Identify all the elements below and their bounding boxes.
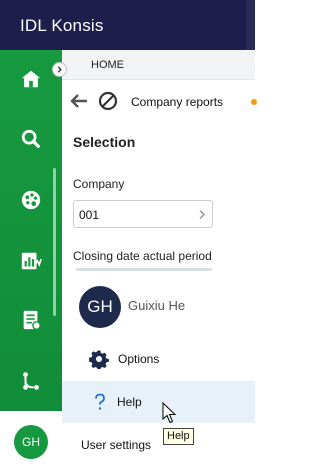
app-title: IDL Konsis <box>20 16 104 35</box>
back-arrow-icon[interactable] <box>70 93 88 109</box>
user-settings-label: User settings <box>81 438 152 452</box>
options-label: Options <box>118 352 160 366</box>
menu-item-help[interactable]: Help <box>62 381 255 423</box>
chevron-right-icon <box>199 209 206 220</box>
user-name: Guixiu He <box>128 298 186 313</box>
avatar[interactable]: GH <box>14 425 48 459</box>
title-bar-edge <box>246 0 255 50</box>
help-tooltip: Help <box>163 428 194 445</box>
gear-icon <box>89 350 109 369</box>
tab-home[interactable]: HOME <box>91 59 124 71</box>
menu-item-options[interactable]: Options <box>62 338 255 380</box>
no-entry-icon[interactable] <box>98 91 118 111</box>
selection-title: Selection <box>73 134 136 150</box>
status-dot <box>251 99 257 105</box>
company-label: Company <box>73 177 125 191</box>
question-icon <box>95 393 105 410</box>
rail-avatar-area[interactable]: GH <box>0 411 62 471</box>
title-bar: IDL Konsis <box>0 0 255 50</box>
company-field[interactable]: 001 <box>73 200 213 228</box>
user-avatar: GH <box>79 286 121 328</box>
home-icon[interactable] <box>18 66 44 92</box>
report-chart-icon[interactable] <box>18 248 44 274</box>
mouse-cursor-icon <box>162 402 177 424</box>
document-list-icon[interactable] <box>18 307 44 333</box>
nav-row: Company reports <box>62 82 257 120</box>
palette-icon[interactable] <box>18 187 44 213</box>
tab-bar: HOME <box>62 50 255 80</box>
nav-rail <box>0 50 62 471</box>
menu-item-user-settings[interactable]: User settings <box>62 424 255 466</box>
search-icon[interactable] <box>18 126 44 152</box>
company-value: 001 <box>79 208 100 222</box>
rail-scrollbar[interactable] <box>53 168 56 316</box>
chevron-right-icon <box>57 66 62 73</box>
closing-date-field-edge <box>76 268 212 271</box>
closing-date-label: Closing date actual period <box>73 249 212 263</box>
collapse-button[interactable] <box>52 62 67 77</box>
workflow-icon[interactable] <box>18 368 44 394</box>
breadcrumb[interactable]: Company reports <box>131 95 223 109</box>
help-label: Help <box>117 395 142 409</box>
user-menu: GH Guixiu He Options Help User settings <box>62 272 255 471</box>
